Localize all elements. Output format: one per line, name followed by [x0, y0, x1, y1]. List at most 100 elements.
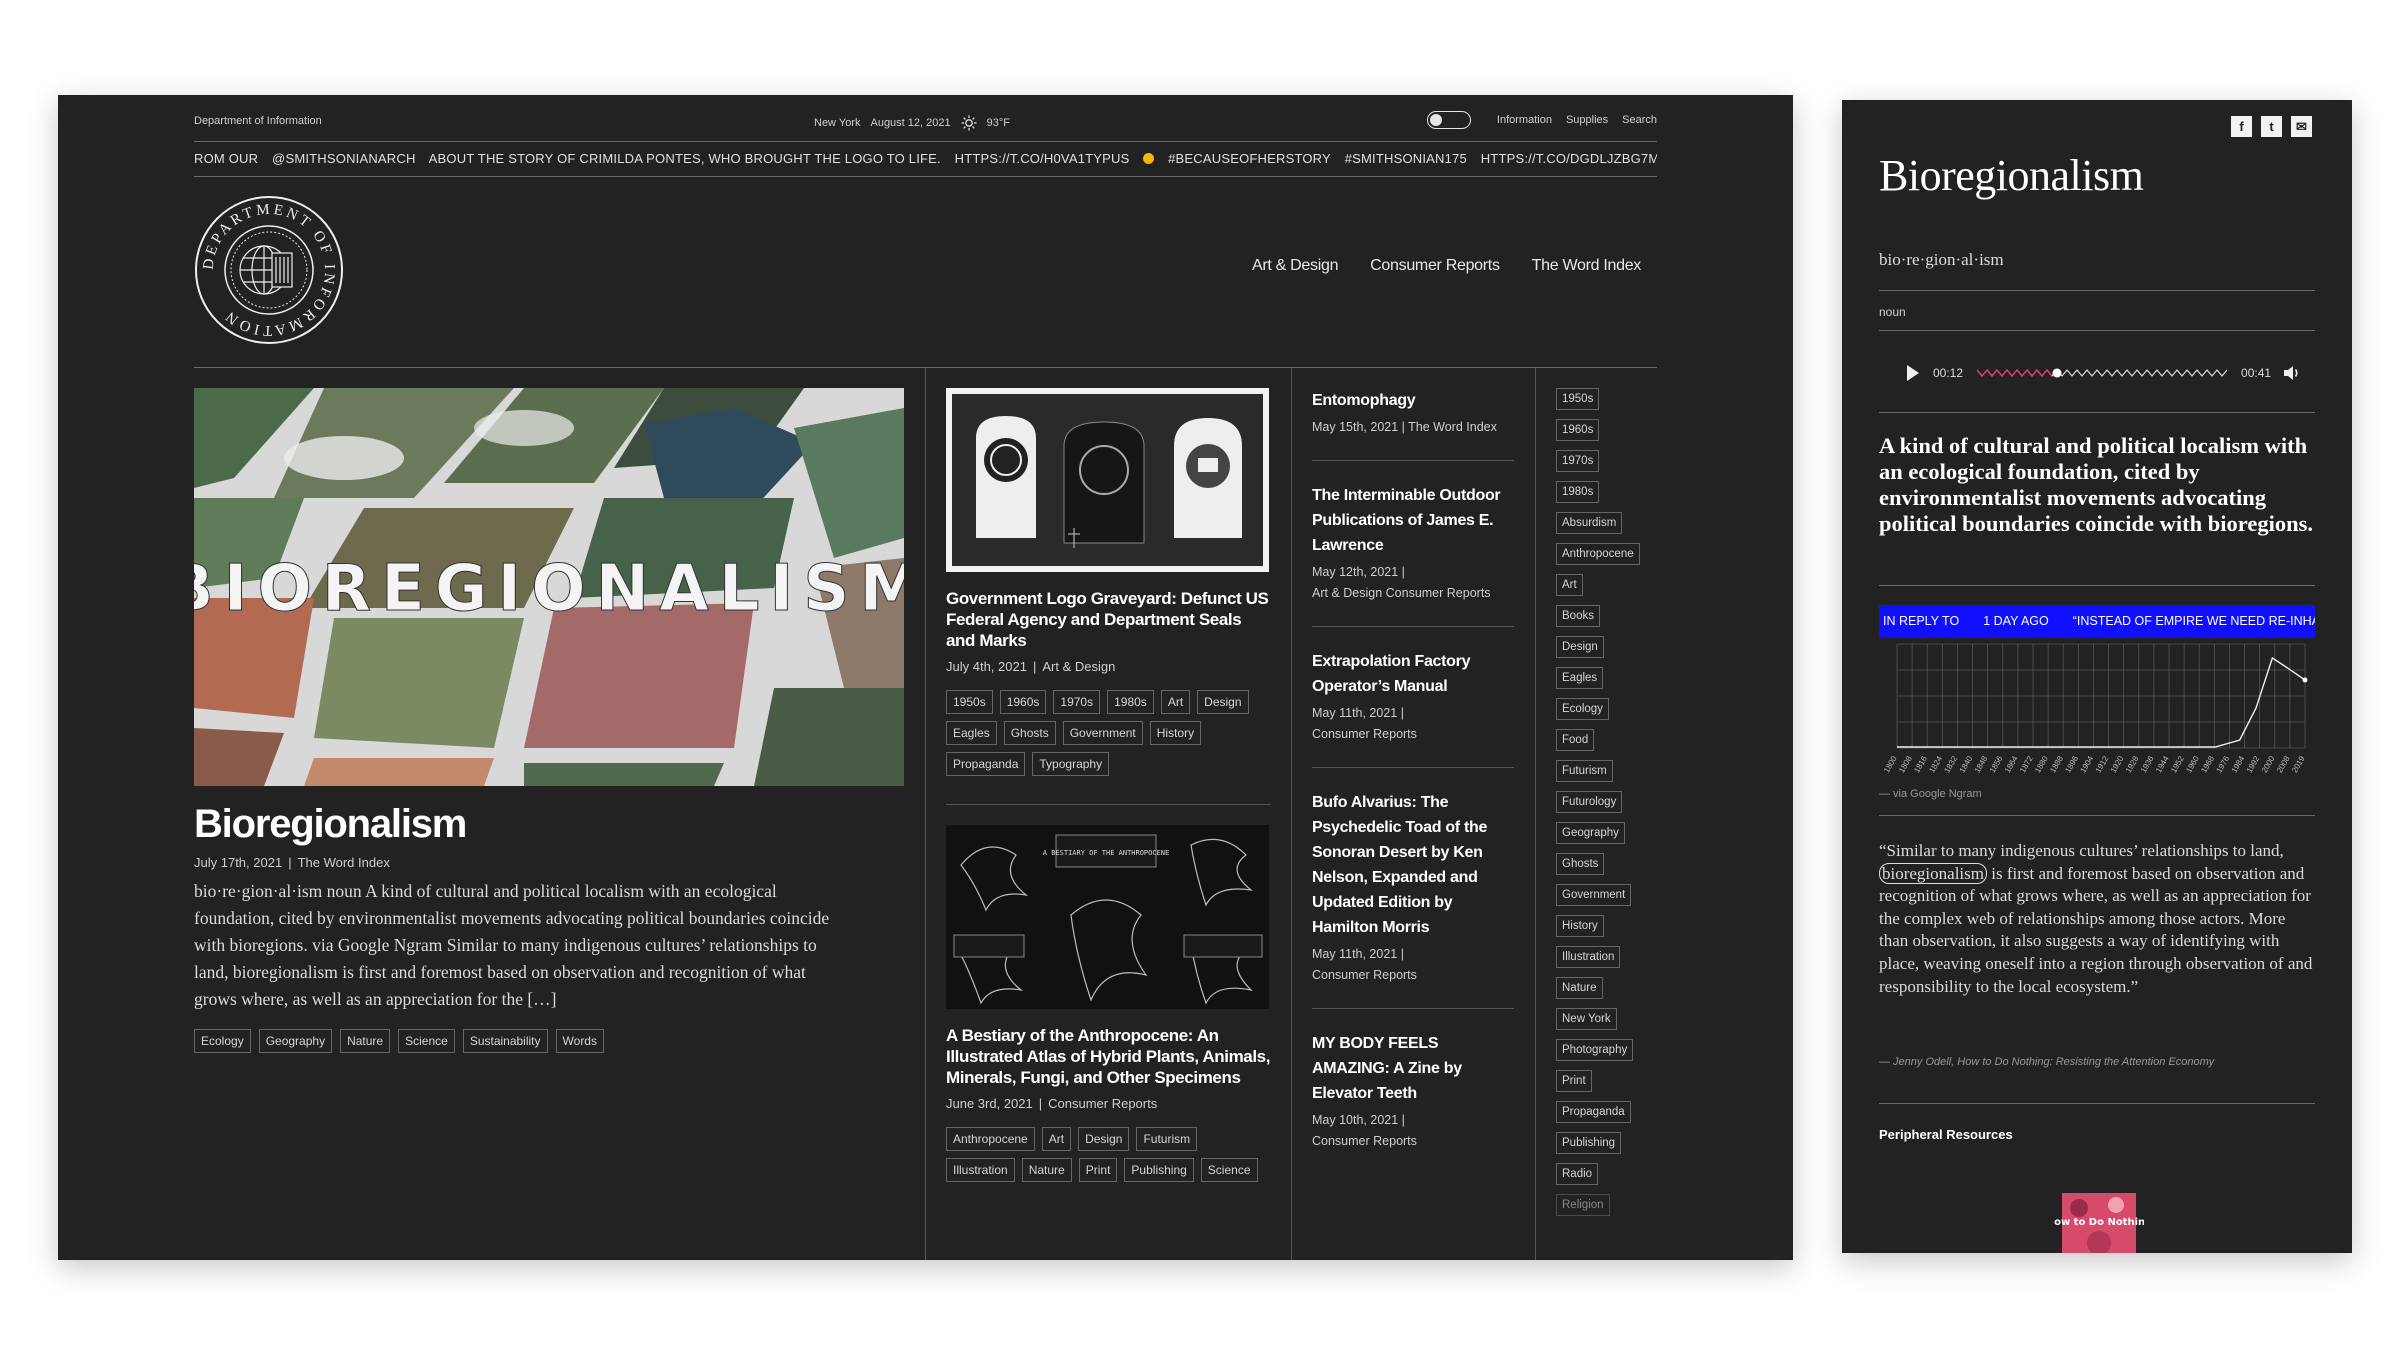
tag-chip[interactable]: Ecology [194, 1029, 251, 1053]
article-category[interactable]: The Word Index [1408, 420, 1497, 434]
tag-chip[interactable]: Anthropocene [946, 1127, 1035, 1151]
tag-index-item[interactable]: Government [1556, 884, 1632, 906]
tag-index-item[interactable]: Photography [1556, 1039, 1634, 1061]
tag-chip[interactable]: 1980s [1107, 690, 1154, 714]
ngram-year-label: 1824 [1927, 754, 1944, 774]
featured-category[interactable]: The Word Index [298, 855, 390, 870]
article-title[interactable]: MY BODY FEELS AMAZING: A Zine by Elevato… [1312, 1031, 1514, 1106]
article-title[interactable]: Extrapolation Factory Operator’s Manual [1312, 649, 1514, 699]
nav-supplies[interactable]: Supplies [1566, 114, 1608, 126]
tag-chip[interactable]: History [1149, 721, 1202, 745]
tag-index-item[interactable]: 1970s [1556, 450, 1600, 472]
nav-art-design[interactable]: Art & Design [1252, 257, 1339, 275]
article-category[interactable]: Consumer Reports [1312, 968, 1417, 982]
article-meta: May 11th, 2021 | Consumer Reports [1312, 706, 1417, 741]
book-cover-thumbnail[interactable]: How to Do Nothing [2054, 1193, 2144, 1253]
nav-word-index[interactable]: The Word Index [1532, 257, 1642, 275]
ticker-hashtag: #SMITHSONIAN175 [1344, 151, 1467, 166]
article-category[interactable]: Consumer Reports [1048, 1096, 1157, 1111]
logo-graveyard-image[interactable] [946, 388, 1269, 572]
featured-title[interactable]: Bioregionalism [194, 802, 904, 847]
article-category[interactable]: Consumer Reports [1312, 1134, 1417, 1148]
ngram-year-label: 1816 [1912, 754, 1929, 774]
tag-chip[interactable]: Art [1041, 1127, 1072, 1151]
tag-chip[interactable]: Words [555, 1029, 604, 1053]
department-seal-logo[interactable]: DEPARTMENT OF INFORMATION [194, 195, 344, 345]
tag-chip[interactable]: Ghosts [1003, 721, 1056, 745]
tag-chip[interactable]: Sustainability [462, 1029, 548, 1053]
tag-chip[interactable]: 1950s [946, 690, 993, 714]
article-meta: May 11th, 2021 | Consumer Reports [1312, 947, 1417, 982]
tag-chip[interactable]: Publishing [1124, 1158, 1194, 1182]
tag-index-item[interactable]: Print [1556, 1070, 1592, 1092]
tag-index-item[interactable]: 1950s [1556, 388, 1600, 410]
tag-chip[interactable]: Science [1200, 1158, 1258, 1182]
tag-chip[interactable]: Nature [340, 1029, 391, 1053]
tag-index-item[interactable]: Illustration [1556, 946, 1621, 968]
audio-waveform-scrubber[interactable] [1977, 361, 2228, 385]
featured-hero-image[interactable]: BIOREGIONALISM [194, 388, 904, 786]
ngram-header-bar[interactable]: IN REPLY TO 1 DAY AGO “INSTEAD OF EMPIRE W… [1879, 605, 2315, 638]
twitter-icon[interactable]: t [2261, 116, 2282, 137]
facebook-icon[interactable]: f [2231, 116, 2252, 137]
article-title[interactable]: Bufo Alvarius: The Psychedelic Toad of t… [1312, 790, 1514, 940]
tag-index-item[interactable]: Nature [1556, 977, 1603, 999]
nav-search[interactable]: Search [1622, 114, 1657, 126]
tag-chip[interactable]: Government [1062, 721, 1143, 745]
dark-mode-toggle[interactable] [1426, 111, 1471, 129]
list-item: Bufo Alvarius: The Psychedelic Toad of t… [1312, 790, 1514, 1009]
tag-chip[interactable]: Eagles [946, 721, 997, 745]
tag-index-item[interactable]: Absurdism [1556, 512, 1623, 534]
tag-chip[interactable]: 1960s [999, 690, 1047, 714]
news-ticker[interactable]: ROM OUR @SMITHSONIANARCH ABOUT THE STORY… [194, 141, 1657, 177]
tag-index-item[interactable]: 1960s [1556, 419, 1600, 441]
tag-chip[interactable]: 1970s [1053, 690, 1101, 714]
volume-icon[interactable] [2283, 365, 2301, 381]
play-icon[interactable] [1907, 365, 1919, 381]
tag-chip[interactable]: Typography [1032, 752, 1110, 776]
tag-index-item[interactable]: Geography [1556, 822, 1625, 844]
tag-index-item[interactable]: Food [1556, 729, 1595, 751]
bestiary-image[interactable]: A BESTIARY OF THE ANTHROPOCENE [946, 825, 1269, 1009]
tag-chip[interactable]: Propaganda [946, 752, 1026, 776]
tag-index-item[interactable]: Anthropocene [1556, 543, 1640, 565]
utility-nav: Information Supplies Search [1426, 111, 1657, 129]
tag-index-item[interactable]: Eagles [1556, 667, 1604, 689]
tag-index-item[interactable]: Publishing [1556, 1132, 1622, 1154]
tag-index-item[interactable]: New York [1556, 1008, 1617, 1030]
tag-chip[interactable]: Illustration [946, 1158, 1015, 1182]
tag-chip[interactable]: Art [1160, 690, 1191, 714]
tag-chip[interactable]: Design [1197, 690, 1249, 714]
tag-index-item[interactable]: 1980s [1556, 481, 1600, 503]
article-title[interactable]: A Bestiary of the Anthropocene: An Illus… [946, 1025, 1271, 1088]
tag-index-item[interactable]: Futurology [1556, 791, 1623, 813]
tag-index-item[interactable]: Propaganda [1556, 1101, 1631, 1123]
tag-index-item[interactable]: Ghosts [1556, 853, 1605, 875]
site-org-link[interactable]: Department of Information [194, 115, 322, 127]
tag-index-item[interactable]: History [1556, 915, 1604, 937]
tag-chip[interactable]: Print [1078, 1158, 1118, 1182]
tag-chip[interactable]: Geography [258, 1029, 333, 1053]
tag-index-item[interactable]: Design [1556, 636, 1604, 658]
tag-chip[interactable]: Futurism [1136, 1127, 1198, 1151]
nav-information[interactable]: Information [1497, 114, 1552, 126]
tag-index-item[interactable]: Radio [1556, 1163, 1599, 1185]
article-title[interactable]: Government Logo Graveyard: Defunct US Fe… [946, 588, 1271, 651]
tag-chip[interactable]: Science [398, 1029, 455, 1053]
article-category[interactable]: Art & Design Consumer Reports [1312, 586, 1491, 600]
article-title[interactable]: Entomophagy [1312, 388, 1514, 413]
tag-index-item[interactable]: Books [1556, 605, 1600, 627]
article-category[interactable]: Art & Design [1042, 659, 1115, 674]
tag-index-item[interactable]: Art [1556, 574, 1583, 596]
email-icon[interactable]: ✉ [2291, 116, 2312, 137]
article-category[interactable]: Consumer Reports [1312, 727, 1417, 741]
article-title[interactable]: The Interminable Outdoor Publications of… [1312, 483, 1514, 558]
tag-index-item[interactable]: Futurism [1556, 760, 1613, 782]
tag-chip[interactable]: Nature [1021, 1158, 1072, 1182]
tag-index-item[interactable]: Religion [1556, 1194, 1610, 1216]
nav-consumer-reports[interactable]: Consumer Reports [1370, 257, 1500, 275]
tag-index-item[interactable]: Ecology [1556, 698, 1609, 720]
scrubber-handle[interactable] [2052, 368, 2062, 378]
ngram-curve [1897, 656, 2306, 748]
tag-chip[interactable]: Design [1078, 1127, 1130, 1151]
